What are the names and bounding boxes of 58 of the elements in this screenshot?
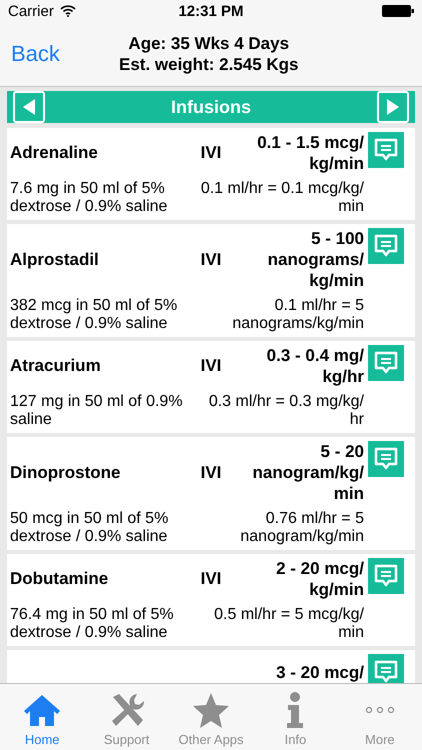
drug-row[interactable]: Dinoprostone IVI 5 - 20 nanogram/kg/ min 50 mcg in 50 ml of 5% dextrose / 0.9% saline 0.76 ml/hr = 5 nanogram/kg/min: [7, 437, 415, 550]
preparation-text: 7.6 mg in 50 ml of 5% dextrose / 0.9% saline: [10, 180, 168, 216]
dose-range: 2 - 20 mcg/ kg/min: [275, 558, 364, 600]
notes-button[interactable]: [368, 654, 404, 683]
wifi-icon: [60, 5, 76, 17]
nav-title-line: Age: 35 Wks 4 Days: [128, 33, 290, 54]
message-icon: [373, 350, 399, 376]
drug-name: Dinoprostone: [10, 462, 122, 482]
battery-icon: [382, 5, 414, 17]
drug-row[interactable]: Atracurium IVI 0.3 - 0.4 mg/ kg/hr 127 mg in 50 ml of 0.9% saline 0.3 ml/hr = 0.3 mg/kg/ hr: [7, 341, 415, 433]
dose-range: 5 - 100 nanograms/ kg/min: [266, 228, 364, 291]
tab-item[interactable]: Home: [0, 684, 84, 750]
notes-button[interactable]: [368, 441, 404, 477]
route-label: IVI: [200, 250, 222, 270]
rate-text: 0.76 ml/hr = 5 nanogram/kg/min: [239, 510, 364, 546]
next-button[interactable]: [377, 91, 409, 123]
message-icon: [373, 563, 399, 589]
notes-button[interactable]: [368, 228, 404, 264]
route-label: IVI: [200, 569, 222, 589]
rate-text: 0.5 ml/hr = 5 mcg/kg/ min: [213, 606, 364, 642]
star-icon: [191, 691, 232, 729]
dose-range: 0.3 - 0.4 mg/ kg/hr: [266, 345, 364, 387]
preparation-text: 382 mcg in 50 ml of 5% dextrose / 0.9% saline: [10, 297, 178, 333]
notes-button[interactable]: [368, 345, 404, 381]
rate-text: 0.1 ml/hr = 5 nanograms/kg/min: [231, 297, 364, 333]
drug-row[interactable]: 3 - 20 mcg/: [7, 650, 415, 683]
notes-button[interactable]: [368, 132, 404, 168]
more-icon: [364, 706, 395, 714]
drug-row[interactable]: Dobutamine IVI 2 - 20 mcg/ kg/min 76.4 mg in 50 ml of 5% dextrose / 0.9% saline 0.5 ml/hr = 5 mcg/kg/ min: [7, 554, 415, 646]
section-title: Infusions: [171, 96, 251, 118]
rate-text: 0.3 ml/hr = 0.3 mg/kg/ hr: [208, 393, 364, 429]
carrier-label: Carrier: [8, 2, 54, 20]
left-triangle-icon: [22, 98, 36, 116]
clock-time: 12:31 PM: [178, 2, 244, 20]
nav-title-line: Est. weight: 2.545 Kgs: [119, 54, 298, 75]
preparation-text: 50 mcg in 50 ml of 5% dextrose / 0.9% saline: [10, 510, 170, 546]
dose-range: 5 - 20 nanogram/kg/ min: [252, 441, 364, 504]
preparation-text: 127 mg in 50 ml of 0.9% saline: [10, 393, 184, 429]
route-label: IVI: [200, 462, 222, 482]
drug-row[interactable]: Alprostadil IVI 5 - 100 nanograms/ kg/min 382 mcg in 50 ml of 5% dextrose / 0.9% saline 0.1 ml/hr = 5 nanograms/kg/min: [7, 224, 415, 337]
drug-name: Adrenaline: [10, 143, 99, 163]
drug-name: Alprostadil: [10, 250, 100, 270]
rate-text: 0.1 ml/hr = 0.1 mcg/kg/ min: [200, 180, 364, 216]
drug-name: Dobutamine: [10, 569, 110, 589]
message-icon: [373, 446, 399, 472]
right-triangle-icon: [386, 98, 400, 116]
dose-range: 3 - 20 mcg/: [275, 662, 364, 682]
drug-row[interactable]: Adrenaline IVI 0.1 - 1.5 mcg/ kg/min 7.6 mg in 50 ml of 5% dextrose / 0.9% saline 0.1 ml/hr = 0.1 mcg/kg/ min: [7, 128, 415, 220]
route-label: IVI: [200, 356, 222, 376]
message-icon: [373, 137, 399, 163]
preparation-text: 76.4 mg in 50 ml of 5% dextrose / 0.9% saline: [10, 606, 175, 642]
previous-button[interactable]: [13, 91, 45, 123]
drug-name: Atracurium: [10, 356, 102, 376]
route-label: IVI: [200, 143, 222, 163]
message-icon: [373, 233, 399, 259]
dose-range: 0.1 - 1.5 mcg/ kg/min: [256, 132, 364, 174]
back-link[interactable]: Back: [0, 41, 111, 67]
notes-button[interactable]: [368, 558, 404, 594]
